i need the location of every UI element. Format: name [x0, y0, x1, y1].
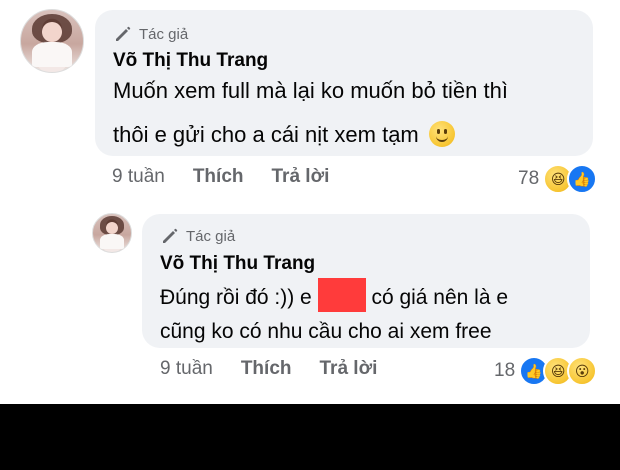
wow-icon: 😮: [567, 356, 598, 386]
reply-button[interactable]: Trả lời: [320, 358, 378, 380]
comment-actions: 9 tuần Thích Trả lời: [160, 358, 377, 380]
comment-line-text: có giá nên là e: [371, 286, 509, 309]
like-button[interactable]: Thích: [241, 358, 292, 380]
avatar-body: [99, 233, 125, 249]
redaction-block: [317, 278, 366, 312]
comment-time[interactable]: 9 tuần: [112, 166, 165, 188]
comment-line: Đúng rồi đó :)) e có giá nên là e: [160, 278, 508, 315]
smile-emoji-icon: [428, 121, 455, 147]
comment-text: Muốn xem full mà lại ko muốn bỏ tiền thì…: [113, 72, 508, 154]
author-avatar[interactable]: [92, 213, 132, 253]
author-name[interactable]: Võ Thị Thu Trang: [113, 50, 268, 72]
reaction-count: 18: [494, 360, 516, 381]
pen-icon: [163, 228, 178, 243]
pen-icon: [116, 26, 131, 41]
like-icon: 👍: [567, 164, 598, 194]
comment-line-text: Đúng rồi đó :)) e: [160, 286, 312, 309]
comment-time[interactable]: 9 tuần: [160, 358, 213, 380]
author-name[interactable]: Võ Thị Thu Trang: [160, 253, 315, 275]
like-button[interactable]: Thích: [193, 166, 244, 188]
comment-line-text: thôi e gửi cho a cái nịt xem tạm: [113, 122, 419, 147]
reaction-summary[interactable]: 78 😆 👍: [518, 164, 598, 194]
author-badge-label: Tác giả: [186, 227, 236, 245]
author-badge-label: Tác giả: [139, 25, 189, 43]
author-badge: Tác giả: [160, 226, 235, 246]
comment-line: cũng ko có nhu cầu cho ai xem free: [160, 320, 492, 343]
comment-line: thôi e gửi cho a cái nịt xem tạm: [113, 116, 508, 154]
comment-line: Muốn xem full mà lại ko muốn bỏ tiền thì: [113, 78, 508, 103]
author-avatar[interactable]: [20, 9, 84, 73]
avatar-face: [42, 22, 62, 43]
avatar-body: [32, 42, 72, 68]
bottom-black-bar: [0, 404, 620, 470]
reaction-summary[interactable]: 18 👍 😆 😮: [494, 356, 598, 386]
reaction-count: 78: [518, 168, 540, 189]
avatar-face: [105, 221, 119, 234]
author-badge: Tác giả: [113, 24, 188, 44]
comment-text: Đúng rồi đó :)) e có giá nên là e cũng k…: [160, 278, 508, 349]
comment-bubble: Tác giả Võ Thị Thu Trang Muốn xem full m…: [95, 10, 593, 156]
reply-button[interactable]: Trả lời: [272, 166, 330, 188]
comment-actions: 9 tuần Thích Trả lời: [112, 166, 329, 188]
comment-bubble: Tác giả Võ Thị Thu Trang Đúng rồi đó :))…: [142, 214, 590, 348]
